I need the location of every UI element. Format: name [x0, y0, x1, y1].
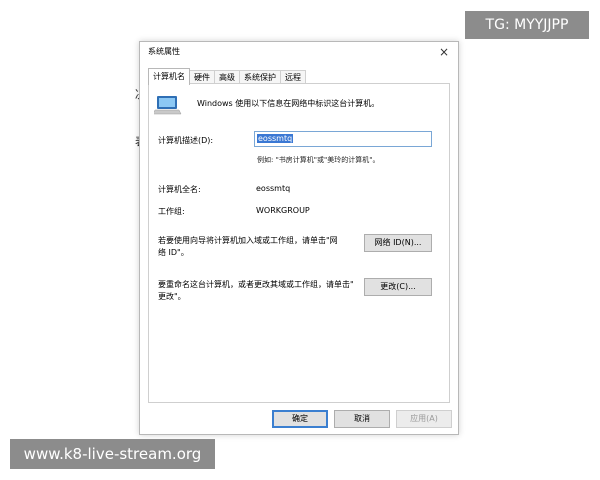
tab-bar: 计算机名 硬件 高级 系统保护 远程 — [148, 68, 306, 85]
system-properties-dialog: 系统属性 × 计算机名 硬件 高级 系统保护 远程 Windows 使用以下信息… — [139, 41, 459, 435]
title-bar[interactable]: 系统属性 × — [140, 42, 458, 64]
apply-button[interactable]: 应用(A) — [396, 410, 452, 428]
rename-instructions: 更改"。 — [158, 292, 186, 301]
description-value: eossmtq — [257, 134, 294, 143]
tab-computer-name[interactable]: 计算机名 — [148, 68, 190, 85]
full-name-label: 计算机全名: — [158, 185, 201, 194]
workgroup-value: WORKGROUP — [256, 206, 310, 215]
description-label: 计算机描述(D): — [158, 136, 214, 145]
watermark-top: TG: MYYJJPP — [465, 11, 589, 39]
computer-icon — [154, 96, 182, 115]
rename-instructions: 要重命名这台计算机，或者更改其域或工作组，请单击" — [158, 280, 354, 289]
computer-description-input[interactable]: eossmtq — [254, 131, 432, 147]
workgroup-label: 工作组: — [158, 207, 185, 216]
change-button[interactable]: 更改(C)... — [364, 278, 432, 296]
description-hint: 例如: "书房计算机"或"美玲的计算机"。 — [257, 156, 380, 164]
window-title: 系统属性 — [148, 47, 180, 56]
cancel-button[interactable]: 取消 — [334, 410, 390, 428]
watermark-bottom: www.k8-live-stream.org — [10, 439, 215, 469]
close-button[interactable]: × — [436, 43, 452, 61]
network-id-instructions: 络 ID"。 — [158, 248, 189, 257]
network-id-instructions: 若要使用向导将计算机加入域或工作组，请单击"网 — [158, 236, 338, 245]
ok-button[interactable]: 确定 — [272, 410, 328, 428]
full-name-value: eossmtq — [256, 184, 291, 193]
network-id-button[interactable]: 网络 ID(N)... — [364, 234, 432, 252]
intro-text: Windows 使用以下信息在网络中标识这台计算机。 — [197, 99, 380, 108]
